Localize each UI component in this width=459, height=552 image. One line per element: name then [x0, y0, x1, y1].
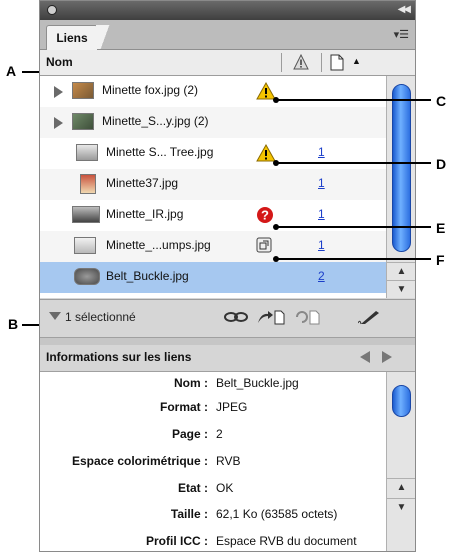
- link-name: Minette37.jpg: [106, 176, 179, 190]
- link-name: Minette_IR.jpg: [106, 207, 184, 221]
- warning-icon: [256, 144, 276, 162]
- link-name: Minette S... Tree.jpg: [106, 145, 214, 159]
- list-item[interactable]: Minette37.jpg 1: [40, 169, 386, 200]
- embedded-icon: [256, 237, 272, 253]
- callout-d: D: [436, 156, 447, 172]
- list-item[interactable]: Minette_S...y.jpg (2): [40, 107, 386, 138]
- panel-tab-row: Liens ▾☰: [40, 20, 415, 51]
- info-label: Format :: [160, 400, 208, 414]
- link-info: Nom : Belt_Buckle.jpg Format : JPEG Page…: [40, 372, 386, 551]
- column-name-header[interactable]: Nom: [46, 55, 73, 69]
- scroll-down-arrow-icon[interactable]: ▼: [387, 280, 415, 298]
- goto-link-icon[interactable]: [256, 309, 286, 325]
- links-panel: ◀◀ Liens ▾☰ Nom ▲ Minette fox.jpg (2) Mi…: [39, 0, 416, 552]
- callout-c-leader: [277, 99, 431, 101]
- info-value: 62,1 Ko (63585 octets): [216, 507, 338, 521]
- links-column-header: Nom ▲: [40, 50, 415, 76]
- page-link[interactable]: 2: [318, 269, 325, 283]
- page-link[interactable]: 1: [318, 207, 325, 221]
- info-value: Belt_Buckle.jpg: [216, 376, 299, 390]
- callout-f: F: [436, 252, 445, 268]
- info-row: Profil ICC : Espace RVB du document: [40, 530, 386, 551]
- callout-c: C: [436, 93, 447, 109]
- info-value: Espace RVB du document: [216, 534, 357, 548]
- edit-original-icon[interactable]: [358, 309, 382, 325]
- thumbnail: [72, 206, 100, 223]
- scroll-down-arrow-icon[interactable]: ▼: [387, 498, 415, 516]
- thumbnail: [74, 237, 96, 254]
- info-label: Etat :: [178, 481, 208, 495]
- list-item-selected[interactable]: Belt_Buckle.jpg 2: [40, 262, 386, 293]
- column-divider: [321, 53, 322, 72]
- callout-b: B: [8, 316, 19, 332]
- collapse-icon[interactable]: ◀◀: [398, 4, 411, 15]
- links-scrollbar[interactable]: ▲ ▼: [386, 76, 415, 298]
- list-item[interactable]: Minette fox.jpg (2): [40, 76, 386, 107]
- page-link[interactable]: 1: [318, 145, 325, 159]
- tab-edge: [96, 25, 114, 49]
- callout-a: A: [6, 63, 17, 79]
- callout-d-leader: [277, 162, 431, 164]
- info-label: Espace colorimétrique :: [71, 454, 208, 468]
- link-name: Minette_...umps.jpg: [106, 238, 211, 252]
- sort-arrow-icon[interactable]: ▲: [352, 56, 361, 66]
- info-label: Taille :: [170, 507, 208, 521]
- info-row: Format : JPEG: [40, 396, 386, 420]
- info-label: Profil ICC :: [146, 534, 208, 548]
- next-arrow-icon[interactable]: [382, 351, 392, 363]
- info-value: JPEG: [216, 400, 248, 414]
- info-value: OK: [216, 481, 234, 495]
- info-row: Nom : Belt_Buckle.jpg: [40, 372, 386, 396]
- callout-f-leader: [277, 258, 431, 260]
- links-toolbar: 1 sélectionné: [40, 299, 415, 340]
- info-row: Page : 2: [40, 423, 386, 447]
- scroll-thumb[interactable]: [392, 385, 411, 417]
- info-row: Taille : 62,1 Ko (63585 octets): [40, 503, 386, 527]
- scroll-up-arrow-icon[interactable]: ▲: [387, 478, 415, 496]
- page-link[interactable]: 1: [318, 238, 325, 252]
- thumbnail: [74, 268, 100, 285]
- link-info-header: Informations sur les liens: [40, 345, 415, 372]
- disclosure-triangle-icon[interactable]: [54, 117, 63, 129]
- page-link[interactable]: 1: [318, 176, 325, 190]
- disclosure-triangle-icon[interactable]: [54, 86, 63, 98]
- panel-menu-icon[interactable]: ▾☰: [394, 28, 409, 41]
- thumbnail: [72, 113, 94, 130]
- tab-liens[interactable]: Liens: [46, 25, 98, 51]
- info-value: 2: [216, 427, 223, 441]
- info-value: RVB: [216, 454, 241, 468]
- show-info-toggle-icon[interactable]: [49, 312, 61, 320]
- info-label: Page :: [171, 427, 208, 441]
- column-divider: [281, 53, 282, 72]
- selection-count: 1 sélectionné: [65, 310, 136, 324]
- info-row: Espace colorimétrique : RVB: [40, 450, 386, 474]
- close-icon[interactable]: [47, 5, 57, 15]
- previous-arrow-icon[interactable]: [360, 351, 370, 363]
- scroll-up-arrow-icon[interactable]: ▲: [387, 262, 415, 280]
- missing-link-icon: ?: [257, 207, 273, 223]
- links-list: Minette fox.jpg (2) Minette_S...y.jpg (2…: [40, 76, 386, 298]
- info-scrollbar[interactable]: ▲ ▼: [386, 372, 415, 551]
- callout-e: E: [436, 220, 446, 236]
- update-link-icon[interactable]: [294, 309, 322, 325]
- callout-e-leader: [277, 226, 431, 228]
- info-label: Nom :: [174, 376, 208, 390]
- link-name: Minette fox.jpg (2): [102, 83, 199, 97]
- thumbnail: [80, 174, 96, 194]
- link-info-title: Informations sur les liens: [46, 350, 192, 364]
- link-name: Minette_S...y.jpg (2): [102, 114, 209, 128]
- list-item[interactable]: Minette S... Tree.jpg 1: [40, 138, 386, 169]
- svg-text:?: ?: [261, 208, 269, 223]
- page-icon[interactable]: [330, 54, 344, 71]
- warning-icon[interactable]: [293, 54, 309, 70]
- thumbnail: [72, 82, 94, 99]
- link-name: Belt_Buckle.jpg: [106, 269, 189, 283]
- panel-titlebar[interactable]: ◀◀: [40, 1, 415, 20]
- relink-icon[interactable]: [223, 309, 249, 325]
- thumbnail: [76, 144, 98, 161]
- info-row: Etat : OK: [40, 477, 386, 501]
